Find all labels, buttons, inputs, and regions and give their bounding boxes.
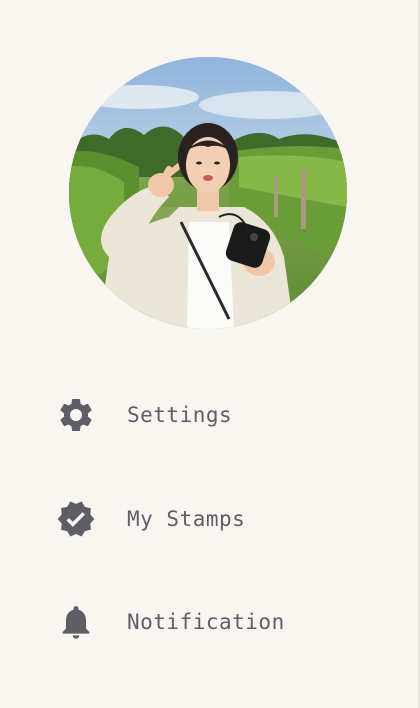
menu-item-label: My Stamps [127,507,246,531]
menu-item-my-stamps[interactable]: My Stamps [56,497,245,541]
bell-icon [56,602,96,642]
menu-item-settings[interactable]: Settings [56,393,232,437]
menu-item-label: Settings [127,403,233,427]
verified-badge-icon [56,499,96,539]
profile-avatar[interactable] [69,57,347,329]
gear-icon [56,395,96,435]
avatar-photo [69,57,347,329]
menu-item-notification[interactable]: Notification [56,600,285,644]
menu-item-label: Notification [127,610,285,634]
